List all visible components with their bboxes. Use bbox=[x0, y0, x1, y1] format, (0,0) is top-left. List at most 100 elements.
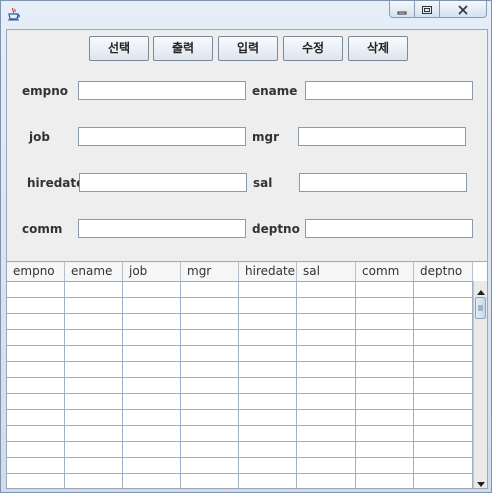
table-cell[interactable] bbox=[181, 298, 239, 313]
comm-field[interactable] bbox=[78, 219, 246, 238]
table-row[interactable] bbox=[7, 346, 473, 362]
table-cell[interactable] bbox=[181, 314, 239, 329]
table-cell[interactable] bbox=[239, 314, 297, 329]
table-cell[interactable] bbox=[239, 474, 297, 488]
table-cell[interactable] bbox=[181, 426, 239, 441]
table-row[interactable] bbox=[7, 442, 473, 458]
table-cell[interactable] bbox=[356, 298, 414, 313]
table-cell[interactable] bbox=[356, 442, 414, 457]
table-cell[interactable] bbox=[65, 474, 123, 488]
table-cell[interactable] bbox=[414, 410, 473, 425]
table-cell[interactable] bbox=[65, 394, 123, 409]
table-cell[interactable] bbox=[65, 378, 123, 393]
table-cell[interactable] bbox=[65, 458, 123, 473]
table-row[interactable] bbox=[7, 394, 473, 410]
table-cell[interactable] bbox=[356, 378, 414, 393]
table-cell[interactable] bbox=[414, 330, 473, 345]
scroll-down-button[interactable] bbox=[474, 474, 487, 488]
table-cell[interactable] bbox=[239, 426, 297, 441]
table-cell[interactable] bbox=[356, 394, 414, 409]
table-cell[interactable] bbox=[297, 362, 356, 377]
table-cell[interactable] bbox=[297, 346, 356, 361]
table-cell[interactable] bbox=[297, 410, 356, 425]
table-cell[interactable] bbox=[7, 426, 65, 441]
table-cell[interactable] bbox=[181, 362, 239, 377]
table-cell[interactable] bbox=[414, 346, 473, 361]
table-cell[interactable] bbox=[123, 330, 181, 345]
table-cell[interactable] bbox=[65, 330, 123, 345]
table-row[interactable] bbox=[7, 314, 473, 330]
update-button[interactable]: 수정 bbox=[283, 36, 343, 61]
table-cell[interactable] bbox=[356, 474, 414, 488]
table-cell[interactable] bbox=[356, 282, 414, 297]
table-cell[interactable] bbox=[414, 362, 473, 377]
vertical-scrollbar[interactable] bbox=[473, 281, 487, 488]
insert-button[interactable]: 입력 bbox=[218, 36, 278, 61]
column-header-comm[interactable]: comm bbox=[356, 262, 414, 281]
table-cell[interactable] bbox=[123, 410, 181, 425]
table-cell[interactable] bbox=[356, 362, 414, 377]
empno-field[interactable] bbox=[78, 81, 246, 100]
table-cell[interactable] bbox=[123, 458, 181, 473]
table-cell[interactable] bbox=[414, 282, 473, 297]
table-cell[interactable] bbox=[65, 298, 123, 313]
table-cell[interactable] bbox=[181, 346, 239, 361]
table-cell[interactable] bbox=[297, 474, 356, 488]
table-cell[interactable] bbox=[123, 346, 181, 361]
table-cell[interactable] bbox=[123, 442, 181, 457]
table-cell[interactable] bbox=[7, 378, 65, 393]
table-cell[interactable] bbox=[414, 442, 473, 457]
table-row[interactable] bbox=[7, 378, 473, 394]
table-cell[interactable] bbox=[356, 314, 414, 329]
deptno-field[interactable] bbox=[305, 219, 473, 238]
table-cell[interactable] bbox=[297, 442, 356, 457]
table-cell[interactable] bbox=[7, 410, 65, 425]
table-cell[interactable] bbox=[414, 426, 473, 441]
table-cell[interactable] bbox=[356, 426, 414, 441]
table-cell[interactable] bbox=[123, 426, 181, 441]
table-cell[interactable] bbox=[297, 426, 356, 441]
table-row[interactable] bbox=[7, 426, 473, 442]
table-cell[interactable] bbox=[239, 394, 297, 409]
table-cell[interactable] bbox=[123, 314, 181, 329]
table-cell[interactable] bbox=[239, 458, 297, 473]
table-cell[interactable] bbox=[7, 282, 65, 297]
table-cell[interactable] bbox=[181, 378, 239, 393]
print-button[interactable]: 출력 bbox=[153, 36, 213, 61]
table-row[interactable] bbox=[7, 458, 473, 474]
table-cell[interactable] bbox=[297, 282, 356, 297]
table-cell[interactable] bbox=[181, 282, 239, 297]
table-cell[interactable] bbox=[181, 330, 239, 345]
table-row[interactable] bbox=[7, 410, 473, 426]
table-cell[interactable] bbox=[65, 442, 123, 457]
title-bar[interactable] bbox=[1, 1, 491, 25]
ename-field[interactable] bbox=[305, 81, 473, 100]
table-cell[interactable] bbox=[414, 378, 473, 393]
delete-button[interactable]: 삭제 bbox=[348, 36, 408, 61]
table-cell[interactable] bbox=[181, 394, 239, 409]
table-cell[interactable] bbox=[123, 474, 181, 488]
table-cell[interactable] bbox=[356, 458, 414, 473]
close-button[interactable] bbox=[440, 1, 487, 18]
table-cell[interactable] bbox=[356, 330, 414, 345]
column-header-deptno[interactable]: deptno bbox=[414, 262, 473, 281]
table-cell[interactable] bbox=[123, 378, 181, 393]
select-button[interactable]: 선택 bbox=[89, 36, 149, 61]
table-cell[interactable] bbox=[414, 394, 473, 409]
table-cell[interactable] bbox=[414, 298, 473, 313]
table-cell[interactable] bbox=[7, 346, 65, 361]
table-body[interactable] bbox=[7, 282, 473, 488]
table-cell[interactable] bbox=[7, 394, 65, 409]
table-cell[interactable] bbox=[181, 442, 239, 457]
table-cell[interactable] bbox=[65, 346, 123, 361]
table-row[interactable] bbox=[7, 330, 473, 346]
minimize-button[interactable] bbox=[389, 1, 415, 18]
table-cell[interactable] bbox=[239, 410, 297, 425]
table-cell[interactable] bbox=[123, 282, 181, 297]
maximize-button[interactable] bbox=[415, 1, 440, 18]
table-cell[interactable] bbox=[239, 346, 297, 361]
table-cell[interactable] bbox=[414, 458, 473, 473]
table-cell[interactable] bbox=[7, 330, 65, 345]
table-cell[interactable] bbox=[181, 458, 239, 473]
table-cell[interactable] bbox=[239, 282, 297, 297]
